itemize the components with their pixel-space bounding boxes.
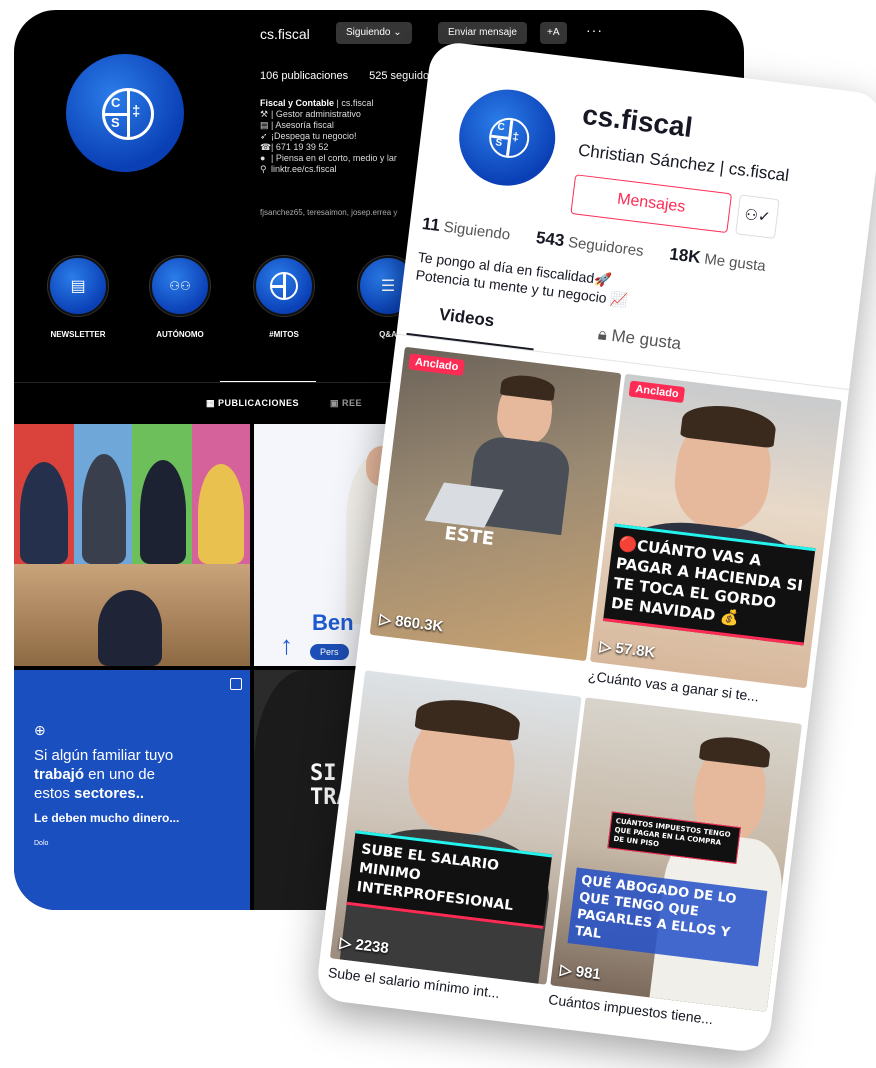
bio-line: | 671 19 39 52	[271, 142, 329, 152]
followers-count[interactable]: 543	[535, 228, 565, 250]
video-overlay-text: 🔴CUÁNTO VAS A PAGAR A HACIENDA SI TE TOC…	[603, 523, 816, 646]
send-message-button[interactable]: Enviar mensaje	[438, 22, 527, 44]
cs-logo-icon: C S ‡	[486, 115, 532, 161]
person-figure	[98, 590, 162, 666]
rocket-icon: ➶	[260, 131, 268, 141]
video-thumbnail[interactable]: Anclado 🔴CUÁNTO VAS A PAGAR A HACIENDA S…	[589, 373, 842, 689]
document-icon: ▤	[260, 120, 269, 130]
bio-line: ¡Despega tu negocio!	[271, 131, 357, 141]
globe-icon: ⊕	[34, 722, 46, 738]
brain-icon: ●	[260, 153, 266, 163]
add-person-button[interactable]: +A	[540, 22, 567, 44]
messages-button[interactable]: Mensajes	[570, 174, 733, 234]
view-count: ▷ 981	[559, 961, 602, 984]
video-thumbnail[interactable]: CUÁNTOS IMPUESTOS TENGO QUE PAGAR EN LA …	[550, 697, 802, 1012]
bio-name: Fiscal y Contable	[260, 98, 335, 108]
following-check-icon[interactable]: ⚇✓	[735, 194, 780, 240]
tab-liked[interactable]: 🔒︎ Me gusta	[597, 324, 683, 354]
phone-icon: ☎	[260, 142, 272, 152]
tab-reels[interactable]: ▣ REE	[330, 398, 362, 409]
highlight-newsletter[interactable]: ▤ NEWSLETTER	[46, 256, 110, 339]
person-figure	[140, 460, 186, 564]
tiktok-bio: Te pongo al día en fiscalidad🚀 Potencia …	[415, 248, 631, 310]
instagram-username: cs.fiscal	[260, 26, 310, 42]
highlight-label: NEWSLETTER	[50, 330, 106, 339]
bio-link[interactable]: linktr.ee/cs.fiscal	[271, 164, 337, 174]
tab-publicaciones[interactable]: ▦ PUBLICACIONES	[206, 398, 299, 409]
instagram-avatar[interactable]: C S ‡	[66, 54, 184, 172]
post-text-bold: trabajó	[34, 766, 85, 783]
tiktok-avatar[interactable]: C S ‡	[453, 84, 561, 192]
bio-line: | Gestor administrativo	[271, 109, 361, 119]
highlight-mitos[interactable]: #MITOS	[252, 256, 316, 339]
tab-label: PUBLICACIONES	[218, 398, 300, 408]
highlight-label: AUTÓNOMO	[156, 330, 204, 339]
people-icon: ⚇⚇	[150, 256, 210, 316]
cs-logo-icon	[270, 272, 298, 300]
post-thumbnail[interactable]	[14, 424, 250, 666]
active-tab-indicator	[220, 381, 316, 382]
person-figure	[198, 464, 244, 564]
reels-icon: ▣	[330, 398, 343, 408]
link-icon: ⚲	[260, 164, 267, 174]
post-thumbnail[interactable]: ⊕ Si algún familiar tuyo trabajó en uno …	[14, 670, 250, 910]
post-text: Si algún familiar tuyo trabajó en uno de…	[34, 746, 179, 853]
following-label: Siguiendo	[442, 218, 512, 244]
video-overlay-text: ESTE	[443, 523, 496, 550]
highlight-autonomo[interactable]: ⚇⚇ AUTÓNOMO	[148, 256, 212, 339]
bio-line: | Asesoría fiscal	[271, 120, 334, 130]
followed-by[interactable]: fjsanchez65, teresaimon, josep.errea y	[260, 208, 397, 217]
arrow-icon: ↑	[280, 630, 293, 660]
document-icon: ▤	[48, 256, 108, 316]
grid-icon: ▦	[206, 398, 219, 408]
highlight-label: #MITOS	[269, 330, 299, 339]
person-figure	[82, 454, 126, 564]
post-text-line: estos	[34, 785, 75, 802]
bio-handle: | cs.fiscal	[334, 98, 374, 108]
followers-label: Seguidores	[567, 233, 645, 261]
posts-count: 106 publicaciones	[260, 70, 349, 82]
likes-count: 18K	[668, 244, 702, 268]
tab-videos[interactable]: Videos	[438, 305, 495, 332]
carousel-icon	[230, 678, 242, 690]
cs-logo-icon: C S ‡	[102, 88, 154, 140]
instagram-bio: Fiscal y Contable | cs.fiscal ⚒ | Gestor …	[260, 98, 397, 175]
post-text-line: Le deben mucho dinero...	[34, 811, 180, 825]
post-text-bold: sectores..	[74, 785, 145, 802]
promo-pill: Pers	[310, 644, 349, 660]
video-thumbnail[interactable]: SUBE EL SALARIO MINIMO INTERPROFESIONAL …	[329, 670, 582, 985]
following-button[interactable]: Siguiendo ⌄	[336, 22, 412, 44]
pinned-badge: Anclado	[628, 380, 686, 404]
tiktok-username: cs.fiscal	[580, 98, 695, 144]
likes-label: Me gusta	[703, 250, 767, 276]
more-options-icon[interactable]: ···	[586, 22, 603, 38]
promo-brand: Ben	[312, 610, 354, 635]
active-tab-indicator	[406, 332, 534, 351]
highlight-circle	[254, 256, 314, 316]
tab-label: REE	[342, 398, 363, 408]
view-count: ▷ 57.8K	[598, 637, 657, 662]
bio-line: | Piensa en el corto, medio y lar	[271, 153, 397, 163]
video-thumbnail[interactable]: Anclado ESTE ▷ 860.3K	[369, 346, 622, 662]
post-text-line: en uno de	[84, 766, 155, 783]
following-count[interactable]: 11	[421, 214, 441, 235]
post-text-line: Si algún familiar tuyo	[34, 747, 174, 764]
tab-label: Me gusta	[610, 325, 683, 354]
post-text-small: Dolo	[34, 840, 49, 847]
pinned-badge: Anclado	[408, 353, 466, 377]
view-count: ▷ 860.3K	[378, 610, 445, 636]
hammer-icon: ⚒	[260, 109, 269, 119]
person-figure	[20, 462, 68, 564]
